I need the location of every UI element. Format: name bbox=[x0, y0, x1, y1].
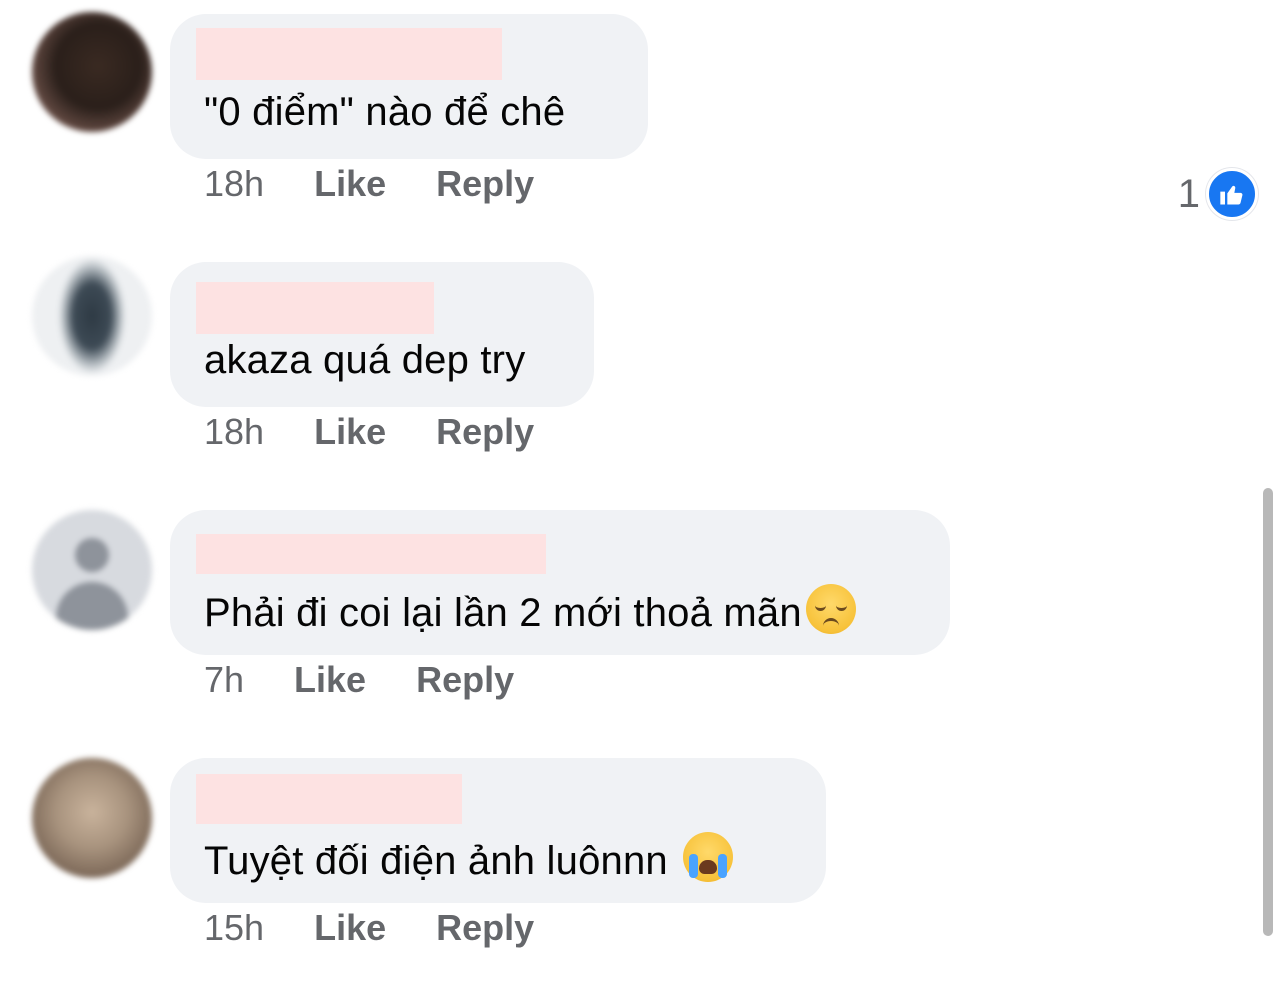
avatar[interactable] bbox=[32, 510, 152, 630]
reply-button[interactable]: Reply bbox=[436, 410, 534, 454]
comment-item: Tuyệt đối điện ảnh luônnn 15h Like Reply bbox=[0, 744, 1280, 982]
comment-text: Phải đi coi lại lần 2 mới thoả mãn bbox=[204, 584, 856, 637]
reaction-count: 1 bbox=[1177, 171, 1200, 216]
comment-item: Phải đi coi lại lần 2 mới thoả mãn 7h Li… bbox=[0, 496, 1280, 744]
avatar[interactable] bbox=[32, 256, 152, 376]
reply-button[interactable]: Reply bbox=[436, 162, 534, 206]
redacted-author-name bbox=[196, 28, 502, 80]
comment-thread: "0 điểm" nào để chê 18h Like Reply 1 aka… bbox=[0, 0, 1280, 982]
comment-text: "0 điểm" nào để chê bbox=[204, 90, 566, 134]
redacted-author-name bbox=[196, 282, 434, 334]
like-button[interactable]: Like bbox=[314, 162, 386, 206]
comment-actions: 18h Like Reply bbox=[204, 410, 534, 454]
comment-text-body: Tuyệt đối điện ảnh luônnn bbox=[204, 839, 668, 883]
reply-button[interactable]: Reply bbox=[436, 906, 534, 950]
pensive-face-icon bbox=[805, 584, 856, 634]
thumbs-up-icon bbox=[1206, 168, 1258, 220]
avatar[interactable] bbox=[32, 12, 152, 132]
reaction-summary[interactable]: 1 bbox=[1178, 168, 1258, 220]
redacted-author-name bbox=[196, 534, 546, 574]
comment-timestamp[interactable]: 18h bbox=[204, 162, 264, 206]
like-button[interactable]: Like bbox=[314, 410, 386, 454]
comment-bubble: "0 điểm" nào để chê bbox=[170, 14, 648, 159]
default-avatar-body bbox=[56, 582, 128, 630]
redacted-author-name bbox=[196, 774, 462, 824]
comment-bubble: akaza quá dep try bbox=[170, 262, 594, 407]
loudly-crying-face-icon bbox=[683, 832, 734, 882]
like-button[interactable]: Like bbox=[314, 906, 386, 950]
comment-timestamp[interactable]: 7h bbox=[204, 658, 244, 702]
comment-actions: 18h Like Reply bbox=[204, 162, 534, 206]
comment-timestamp[interactable]: 18h bbox=[204, 410, 264, 454]
comment-bubble: Phải đi coi lại lần 2 mới thoả mãn bbox=[170, 510, 950, 655]
avatar[interactable] bbox=[32, 758, 152, 878]
comment-text-body: Phải đi coi lại lần 2 mới thoả mãn bbox=[204, 591, 802, 635]
comment-text: akaza quá dep try bbox=[204, 338, 526, 382]
comment-item: "0 điểm" nào để chê 18h Like Reply 1 bbox=[0, 0, 1280, 248]
default-avatar-head bbox=[75, 538, 109, 572]
comment-text: Tuyệt đối điện ảnh luônnn bbox=[204, 832, 734, 885]
reply-button[interactable]: Reply bbox=[416, 658, 514, 702]
like-button[interactable]: Like bbox=[294, 658, 366, 702]
comment-item: akaza quá dep try 18h Like Reply bbox=[0, 248, 1280, 496]
scrollbar-thumb[interactable] bbox=[1263, 488, 1273, 936]
comment-actions: 15h Like Reply bbox=[204, 906, 534, 950]
comment-timestamp[interactable]: 15h bbox=[204, 906, 264, 950]
comment-bubble: Tuyệt đối điện ảnh luônnn bbox=[170, 758, 826, 903]
comment-actions: 7h Like Reply bbox=[204, 658, 514, 702]
